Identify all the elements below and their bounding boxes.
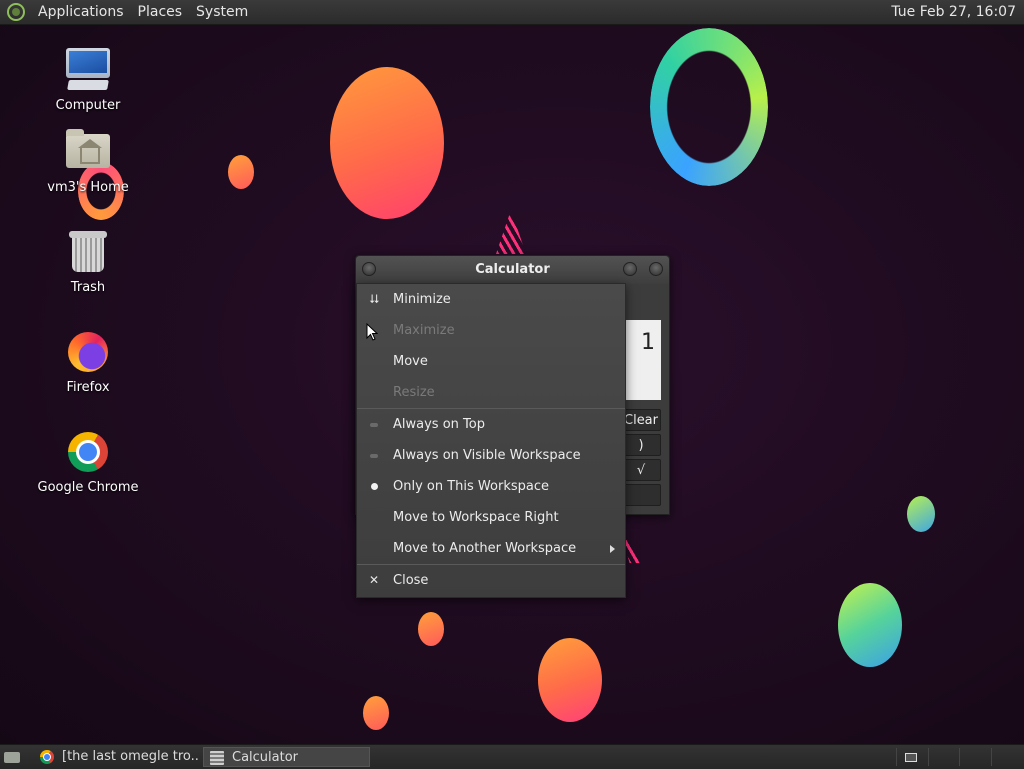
workspace-2[interactable] [927,748,960,766]
menu-item-maximize[interactable]: Maximize [357,315,625,346]
wallpaper-orange-blob [538,638,602,722]
menu-item-only-this-workspace[interactable]: Only on This Workspace [357,471,625,502]
menu-item-move[interactable]: Move [357,346,625,377]
wallpaper-green-blob [838,583,902,667]
workspace-3[interactable] [959,748,991,766]
calculator-icon [210,751,224,765]
taskbar-item-label: Calculator [232,750,299,765]
calculator-key[interactable] [621,484,661,506]
desktop-icon-label: vm3's Home [47,180,129,195]
desktop-icon-computer[interactable]: Computer [28,46,148,113]
wallpaper-small-blob [363,696,389,730]
sqrt-button[interactable]: √ [621,459,661,481]
menu-item-close[interactable]: ✕ Close [357,565,625,596]
home-folder-icon [64,128,112,176]
menu-item-always-on-top[interactable]: Always on Top [357,409,625,440]
workspace-1[interactable] [896,748,928,766]
clock[interactable]: Tue Feb 27, 16:07 [883,4,1024,20]
bottom-panel: [the last omegle tro... Calculator [0,744,1024,769]
submenu-arrow-icon [610,545,615,553]
computer-icon [64,46,112,94]
menu-system[interactable]: System [189,4,255,20]
taskbar-item-chrome[interactable]: [the last omegle tro... [34,747,200,767]
chrome-icon [40,750,54,764]
wallpaper-green-blob [907,496,935,532]
show-desktop-icon[interactable] [2,748,22,766]
menu-applications[interactable]: Applications [31,4,131,20]
menu-item-move-another-workspace[interactable]: Move to Another Workspace [357,533,625,564]
radio-off-icon [366,440,382,471]
window-titlebar[interactable]: Calculator [356,256,669,284]
menu-item-move-workspace-right[interactable]: Move to Workspace Right [357,502,625,533]
desktop-icon-home[interactable]: vm3's Home [28,128,148,195]
close-button[interactable] [649,262,663,276]
desktop-icon-label: Google Chrome [37,480,139,495]
taskbar-item-label: [the last omegle tro... [62,749,200,764]
chrome-icon [64,428,112,476]
calculator-display: 1 [621,320,661,400]
wallpaper-small-blob [228,155,254,189]
wallpaper-orange-blob [330,67,444,219]
trash-icon [64,228,112,276]
wallpaper-ring [650,28,768,186]
menu-item-resize[interactable]: Resize [357,377,625,408]
radio-on-icon [366,471,382,502]
checkbox-off-icon [366,409,382,440]
taskbar-item-calculator[interactable]: Calculator [203,747,370,767]
close-icon: ✕ [368,573,380,587]
mate-logo-icon[interactable] [7,3,25,21]
desktop-icon-trash[interactable]: Trash [28,228,148,295]
minimize-icon: ⮇ [369,292,379,306]
menu-places[interactable]: Places [131,4,190,20]
window-title: Calculator [475,262,550,277]
desktop-icon-firefox[interactable]: Firefox [28,328,148,395]
close-paren-button[interactable]: ) [621,434,661,456]
desktop-icon-label: Trash [70,280,106,295]
top-panel: Applications Places System Tue Feb 27, 1… [0,0,1024,25]
menu-item-minimize[interactable]: ⮇ Minimize [357,284,625,315]
window-menu-button[interactable] [362,262,376,276]
desktop-icon-label: Computer [55,98,121,113]
firefox-icon [64,328,112,376]
wallpaper-stripes [496,210,526,254]
wallpaper-small-blob [418,612,444,646]
minimize-button[interactable] [623,262,637,276]
clear-button[interactable]: Clear [621,409,661,431]
workspace-4[interactable] [990,748,1023,766]
window-context-menu: ⮇ Minimize Maximize Move Resize Always o… [356,283,626,598]
menu-item-always-on-visible-workspace[interactable]: Always on Visible Workspace [357,440,625,471]
desktop-icon-chrome[interactable]: Google Chrome [28,428,148,495]
desktop-icon-label: Firefox [66,380,110,395]
workspace-switcher [896,748,1022,766]
